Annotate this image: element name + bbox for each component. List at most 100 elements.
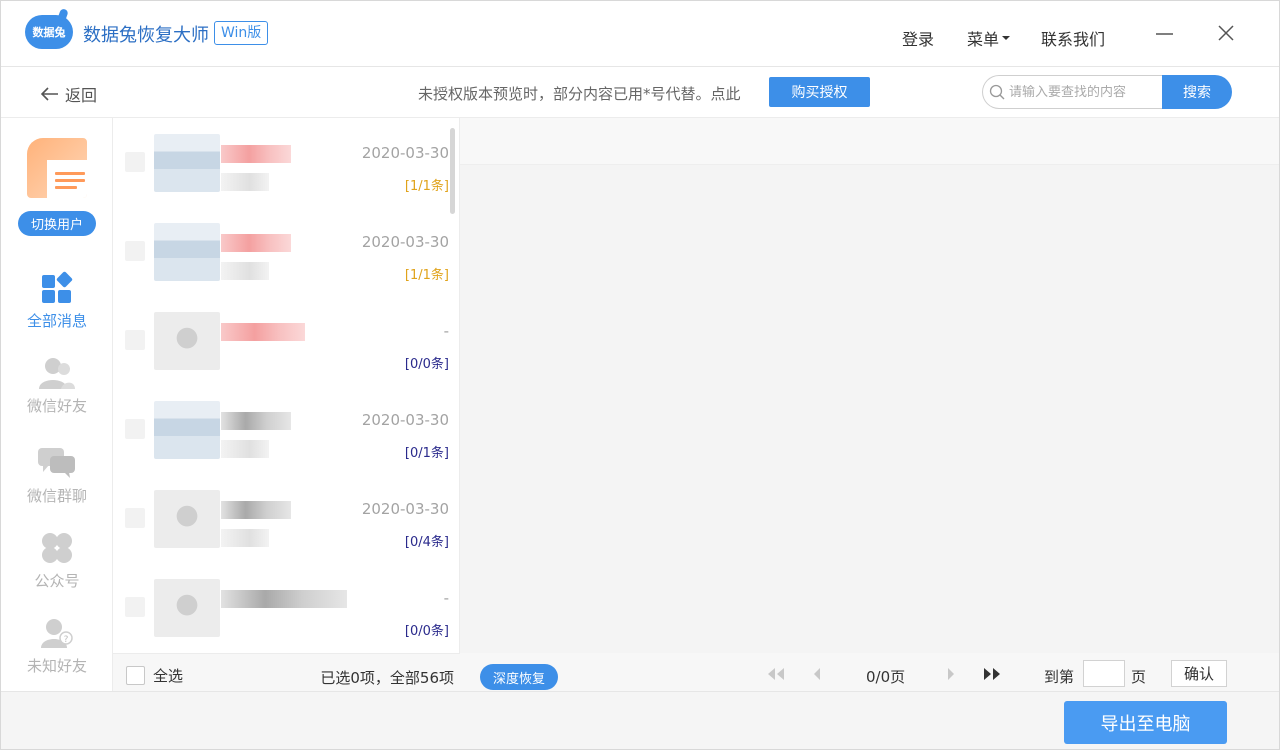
contact-avatar — [154, 490, 220, 548]
preview-footer: 深度恢复 0/0页 到第 页 确认 — [460, 653, 1279, 691]
arrow-left-icon — [41, 87, 58, 101]
row-checkbox[interactable] — [125, 508, 145, 528]
minimize-button[interactable] — [1155, 23, 1175, 43]
list-item[interactable]: - [0/0条] — [113, 296, 453, 385]
contact-preview-redacted — [221, 440, 269, 458]
close-icon — [1218, 25, 1234, 41]
app-logo: 数据兔 — [25, 15, 73, 49]
sidebar: 切换用户 全部消息 微信好友 微信群聊 公众号 ? 未知好友 — [1, 118, 113, 691]
preview-header — [460, 118, 1279, 165]
contact-avatar — [154, 401, 220, 459]
contact-preview-redacted — [221, 529, 269, 547]
sidebar-item-label: 公众号 — [34, 572, 80, 590]
row-count: [1/1条] — [404, 179, 449, 194]
row-checkbox[interactable] — [125, 241, 145, 261]
buy-license-button[interactable]: 购买授权 — [769, 77, 870, 107]
first-page-button[interactable] — [765, 665, 787, 683]
contact-avatar — [154, 134, 220, 192]
list-item[interactable]: 2020-03-30 [0/4条] — [113, 474, 453, 563]
sidebar-item-wechat-group[interactable]: 微信群聊 — [1, 443, 113, 517]
back-button[interactable]: 返回 — [41, 82, 97, 106]
deep-recovery-button[interactable]: 深度恢复 — [480, 664, 558, 690]
search-box — [982, 75, 1163, 109]
page-unit-label: 页 — [1131, 668, 1147, 686]
user-avatar — [27, 138, 87, 198]
search-icon — [989, 84, 1005, 100]
selection-status: 已选0项，全部56项 — [320, 669, 454, 687]
contact-name-redacted — [221, 412, 291, 430]
row-checkbox[interactable] — [125, 152, 145, 172]
select-all-label: 全选 — [153, 667, 184, 685]
row-count: [0/0条] — [404, 357, 449, 372]
close-button[interactable] — [1216, 23, 1236, 43]
unknown-friend-icon: ? — [41, 619, 73, 648]
double-chevron-right-icon — [984, 668, 1000, 680]
menu-label: 菜单 — [967, 30, 1000, 49]
row-date: 2020-03-30 — [361, 233, 449, 251]
contact-avatar — [154, 223, 220, 281]
app-logo-text: 数据兔 — [32, 26, 66, 39]
sidebar-item-all-messages[interactable]: 全部消息 — [1, 268, 113, 342]
list-footer: 全选 已选0项，全部56项 — [113, 653, 460, 691]
prev-page-button[interactable] — [806, 665, 828, 683]
sidebar-item-official-account[interactable]: 公众号 — [1, 528, 113, 602]
export-to-pc-button[interactable]: 导出至电脑 — [1064, 701, 1227, 744]
list-item[interactable]: 2020-03-30 [1/1条] — [113, 118, 453, 207]
document-icon — [47, 160, 87, 198]
bottom-bar: 导出至电脑 — [1, 691, 1279, 749]
sidebar-item-label: 微信好友 — [26, 397, 87, 415]
contact-name-redacted — [221, 590, 347, 608]
conversation-list: 2020-03-30 [1/1条] 2020-03-30 [1/1条] - [0… — [113, 118, 460, 691]
sidebar-item-label: 微信群聊 — [26, 487, 87, 505]
checkbox-box — [126, 666, 145, 685]
row-date: - — [443, 322, 449, 340]
row-count: [0/1条] — [404, 446, 449, 461]
row-checkbox[interactable] — [125, 597, 145, 617]
license-notice: 未授权版本预览时，部分内容已用*号代替。点此 — [418, 85, 741, 103]
search-button[interactable]: 搜索 — [1162, 75, 1232, 109]
all-messages-icon — [42, 271, 73, 303]
edition-badge: Win版 — [214, 21, 269, 45]
last-page-button[interactable] — [981, 665, 1003, 683]
page-indicator: 0/0页 — [866, 668, 906, 686]
row-date: 2020-03-30 — [361, 144, 449, 162]
contact-name-redacted — [221, 145, 291, 163]
sidebar-item-unknown-friend[interactable]: ? 未知好友 — [1, 613, 113, 687]
menu-dropdown[interactable]: 菜单 — [967, 26, 1011, 50]
list-scrollbar[interactable] — [450, 128, 455, 214]
row-date: 2020-03-30 — [361, 411, 449, 429]
goto-page-input[interactable] — [1083, 660, 1125, 687]
sidebar-item-wechat-friends[interactable]: 微信好友 — [1, 353, 113, 427]
svg-text:?: ? — [64, 635, 69, 645]
double-chevron-left-icon — [768, 668, 784, 680]
row-checkbox[interactable] — [125, 419, 145, 439]
title-bar: 数据兔 数据兔恢复大师 Win版 登录 菜单 联系我们 — [1, 1, 1279, 67]
search-input[interactable] — [1009, 84, 1159, 100]
contact-avatar — [154, 579, 220, 637]
select-all-checkbox[interactable]: 全选 — [126, 665, 183, 686]
app-window: 数据兔 数据兔恢复大师 Win版 登录 菜单 联系我们 返回 未授权版本预览时，… — [0, 0, 1280, 750]
switch-user-button[interactable]: 切换用户 — [18, 211, 96, 236]
app-title: 数据兔恢复大师 — [83, 25, 209, 46]
caret-down-icon — [1002, 36, 1011, 40]
wechat-friends-icon — [39, 358, 75, 389]
next-page-button[interactable] — [940, 665, 962, 683]
list-item[interactable]: - [0/0条] — [113, 563, 453, 652]
list-item[interactable]: 2020-03-30 [1/1条] — [113, 207, 453, 296]
contact-name-redacted — [221, 323, 305, 341]
row-count: [0/4条] — [404, 535, 449, 550]
confirm-goto-button[interactable]: 确认 — [1171, 660, 1227, 687]
contact-link[interactable]: 联系我们 — [1041, 26, 1105, 50]
contact-avatar — [154, 312, 220, 370]
chevron-right-icon — [948, 668, 954, 680]
sidebar-item-label: 未知好友 — [26, 657, 87, 675]
back-label: 返回 — [65, 86, 98, 105]
row-checkbox[interactable] — [125, 330, 145, 350]
contact-preview-redacted — [221, 173, 269, 191]
toolbar: 返回 未授权版本预览时，部分内容已用*号代替。点此 购买授权 搜索 — [1, 67, 1279, 118]
minimize-icon — [1156, 33, 1173, 35]
login-link[interactable]: 登录 — [902, 26, 934, 50]
sidebar-item-label: 全部消息 — [26, 312, 87, 330]
official-account-icon — [42, 533, 72, 563]
list-item[interactable]: 2020-03-30 [0/1条] — [113, 385, 453, 474]
